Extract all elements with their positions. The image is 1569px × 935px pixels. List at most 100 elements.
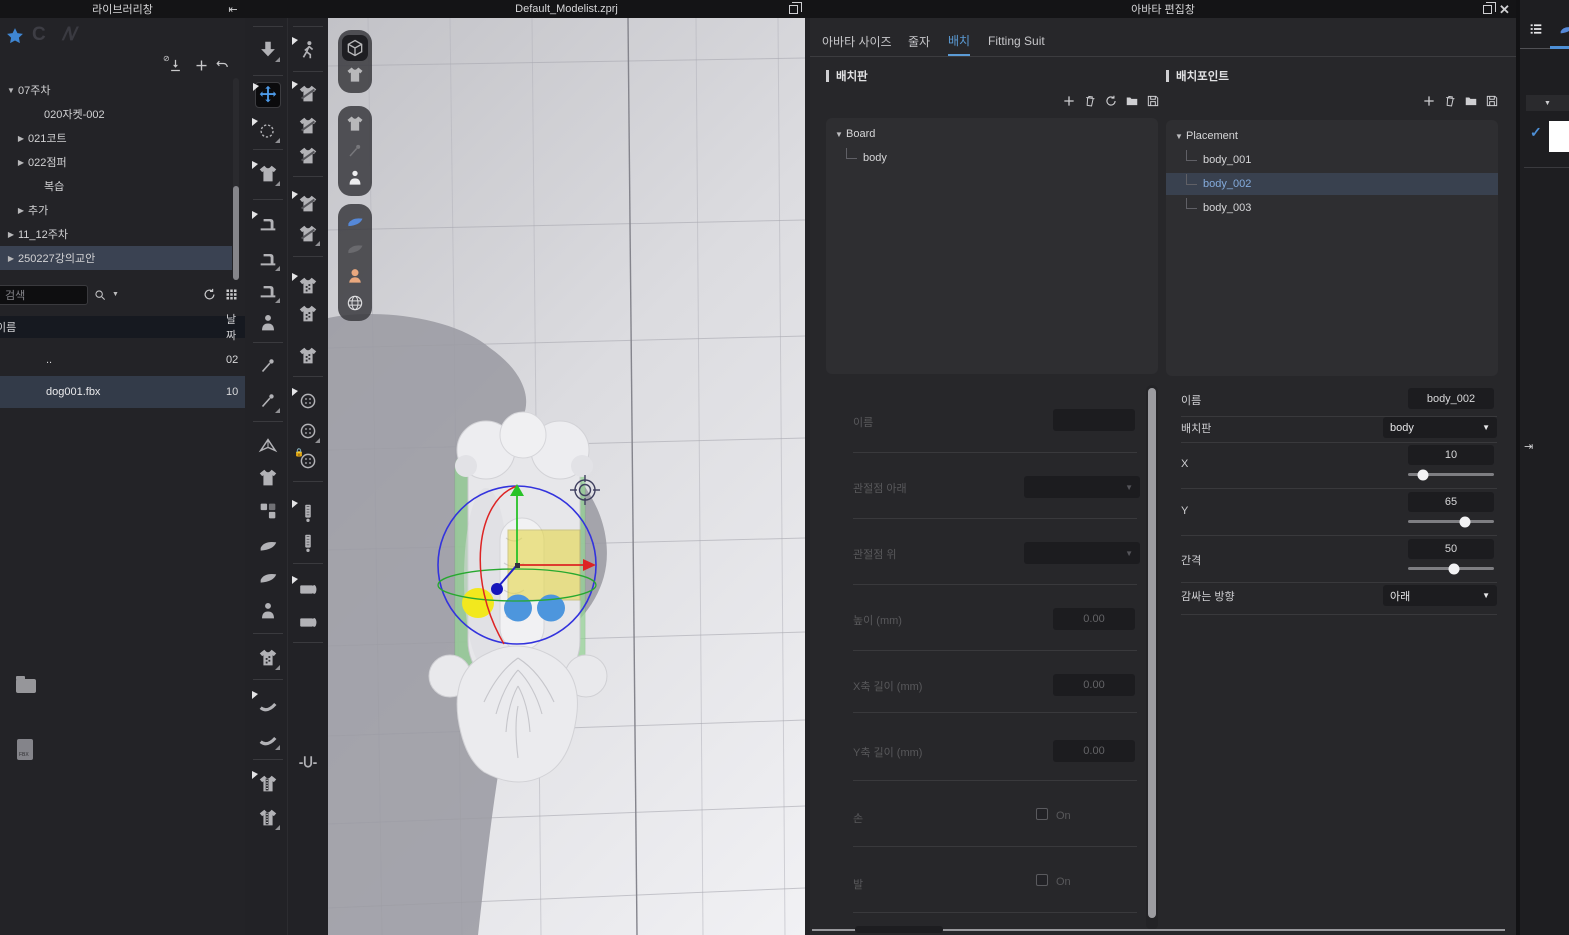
library-tree-item[interactable]: ▶022점퍼 — [0, 150, 232, 174]
points-root-row[interactable]: ▼Placement — [1172, 125, 1492, 147]
show-garment-icon[interactable] — [342, 111, 368, 137]
fold-pattern-icon[interactable] — [255, 433, 281, 459]
measure-tape-icon[interactable] — [255, 725, 281, 751]
library-tree-item[interactable]: ▶추가 — [0, 198, 232, 222]
board-open-icon[interactable] — [1124, 93, 1140, 109]
tab-fitting-suit[interactable]: Fitting Suit — [988, 26, 1045, 56]
points-item-row[interactable]: body_001 — [1172, 149, 1492, 171]
zipper-pull-icon[interactable] — [295, 530, 321, 556]
arrange-garment-icon[interactable] — [255, 161, 281, 187]
points-save-icon[interactable] — [1484, 93, 1500, 109]
search-caret-icon[interactable]: ▼ — [112, 291, 119, 298]
editor-close-icon[interactable]: ✕ — [1499, 2, 1510, 18]
x-slider[interactable] — [1408, 473, 1494, 476]
board-save-icon[interactable] — [1145, 93, 1161, 109]
favorite-star-icon[interactable] — [5, 26, 25, 46]
library-tree-item[interactable]: 복습 — [0, 174, 232, 198]
flatten-check-alt-icon[interactable] — [295, 143, 321, 169]
texture-checker-icon[interactable] — [295, 301, 321, 327]
points-open-icon[interactable] — [1463, 93, 1479, 109]
fabric-roll-select-icon[interactable] — [295, 576, 321, 602]
lasso-select-icon[interactable] — [255, 118, 281, 144]
clamp-icon[interactable] — [295, 751, 321, 777]
sewing-machine-icon[interactable] — [255, 211, 281, 237]
fabric-tab-icon[interactable] — [1558, 22, 1569, 38]
tab-placement[interactable]: 배치 — [948, 26, 970, 56]
button-place-icon[interactable] — [295, 388, 321, 414]
flatten-curve-icon[interactable] — [295, 81, 321, 107]
gap-slider[interactable] — [1408, 567, 1494, 570]
grid-view-icon[interactable] — [224, 287, 239, 302]
show-avatar-icon[interactable] — [342, 165, 368, 191]
detail-scrollbar[interactable] — [1148, 388, 1156, 918]
y-input[interactable]: 65 — [1408, 492, 1494, 512]
library-tree-item[interactable]: ▼07주차 — [0, 78, 232, 102]
library-tree-item[interactable]: ▶11_12주차 — [0, 222, 232, 246]
walk-animation-icon[interactable] — [295, 37, 321, 63]
tree-scrollbar[interactable] — [233, 186, 239, 280]
search-icon[interactable] — [93, 288, 107, 302]
points-delete-icon[interactable] — [1441, 92, 1459, 110]
move-transform-icon[interactable] — [255, 82, 281, 108]
collapse-left-icon[interactable]: ⇤ — [226, 3, 240, 15]
viewport-3d[interactable] — [328, 18, 805, 935]
zipper-icon[interactable] — [295, 500, 321, 526]
pattern-pieces-icon[interactable] — [255, 498, 281, 524]
download-icon[interactable]: ⊘ — [168, 58, 183, 73]
points-add-icon[interactable] — [1421, 93, 1437, 109]
garment-measure-icon[interactable] — [255, 771, 281, 797]
board-dropdown[interactable]: body▼ — [1383, 417, 1497, 438]
points-item-row-selected[interactable]: body_002 — [1166, 173, 1498, 195]
drape-fabric-icon[interactable] — [255, 533, 281, 559]
swatch-dropdown[interactable]: ▼ — [1526, 95, 1569, 111]
sewing-free-icon[interactable] — [255, 278, 281, 304]
garment-measure-edit-icon[interactable] — [255, 805, 281, 831]
show-grid-icon[interactable] — [342, 290, 368, 316]
search-input[interactable]: 검색 — [0, 285, 88, 305]
view-cube-icon[interactable] — [342, 35, 368, 61]
fabric-swatch-white[interactable] — [1549, 121, 1569, 152]
pin-3d-icon[interactable] — [255, 388, 281, 414]
hscrollbar[interactable] — [855, 926, 943, 933]
avatar-skin-icon[interactable] — [342, 263, 368, 289]
column-name[interactable]: 이름 — [0, 319, 16, 335]
button-icon[interactable] — [295, 418, 321, 444]
fabric-roll-icon[interactable] — [295, 609, 321, 635]
board-add-icon[interactable] — [1061, 93, 1077, 109]
show-pin-icon[interactable] — [342, 138, 368, 164]
view-seam-icon[interactable] — [342, 62, 368, 88]
sewing-fit-icon[interactable] — [255, 310, 281, 336]
collapse-right-handle-icon[interactable]: ⇥ — [1524, 440, 1533, 453]
import-down-icon[interactable] — [255, 37, 281, 63]
board-child-row[interactable]: body — [832, 147, 1152, 169]
tab-avatar-size[interactable]: 아바타 사이즈 — [822, 26, 892, 56]
list-view-icon[interactable] — [1528, 21, 1544, 37]
refresh-icon[interactable] — [202, 287, 217, 302]
wrap-direction-dropdown[interactable]: 아래▼ — [1383, 585, 1497, 606]
board-root-row[interactable]: ▼Board — [832, 123, 1152, 145]
checker-shirt-icon[interactable] — [295, 343, 321, 369]
column-date[interactable]: 날짜 — [226, 311, 245, 343]
fabric-blue-icon[interactable] — [342, 209, 368, 235]
jacket-icon[interactable] — [255, 465, 281, 491]
editor-restore-icon[interactable] — [1483, 5, 1492, 14]
check-icon[interactable]: ✓ — [1530, 124, 1542, 141]
mesh-lift-icon[interactable] — [255, 645, 281, 671]
drape-rotate-icon[interactable] — [255, 565, 281, 591]
fabric-gray-icon[interactable] — [342, 236, 368, 262]
buttonhole-icon[interactable]: 🔒 — [295, 448, 321, 474]
file-row-selected[interactable]: FBX dog001.fbx 10 — [0, 376, 245, 408]
gap-input[interactable]: 50 — [1408, 539, 1494, 559]
pin-icon[interactable] — [255, 353, 281, 379]
texture-dots-icon[interactable] — [295, 273, 321, 299]
viewport-restore-icon[interactable] — [789, 5, 798, 14]
undo-icon[interactable] — [215, 58, 230, 73]
y-slider[interactable] — [1408, 520, 1494, 523]
tab-tape[interactable]: 줄자 — [908, 26, 930, 56]
avatar-pose-icon[interactable] — [255, 598, 281, 624]
flatten-curve-2-icon[interactable] — [295, 191, 321, 217]
board-delete-icon[interactable] — [1081, 92, 1099, 110]
library-tree-item[interactable]: 020자켓-002 — [0, 102, 232, 126]
add-icon[interactable] — [194, 58, 209, 73]
library-tree-item[interactable]: ▶021코트 — [0, 126, 232, 150]
